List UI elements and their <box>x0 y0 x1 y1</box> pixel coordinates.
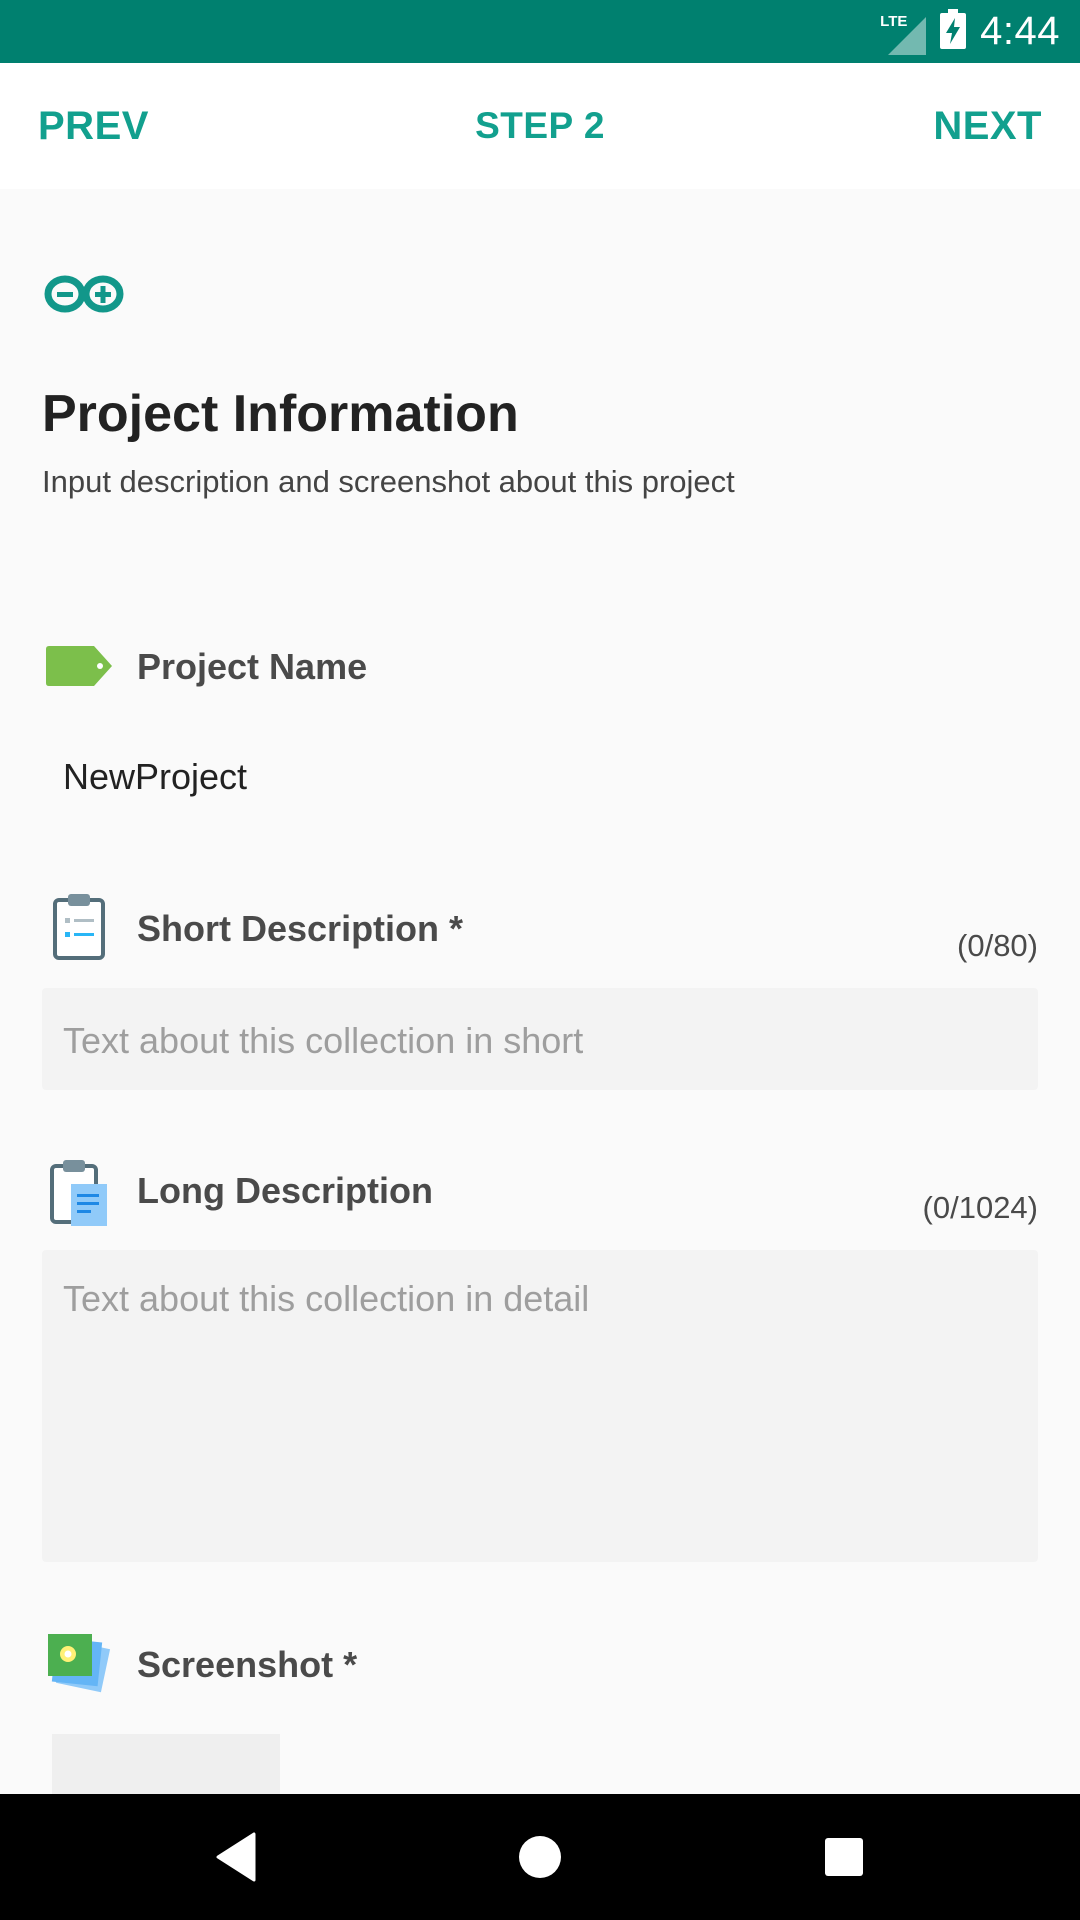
long-description-counter: (0/1024) <box>922 1190 1038 1225</box>
clipboard-list-icon <box>52 892 106 965</box>
long-description-input[interactable]: Text about this collection in detail <box>42 1250 1038 1562</box>
lte-signal-icon: LTE <box>878 7 927 57</box>
long-description-label: Long Description <box>137 1170 433 1211</box>
back-icon[interactable] <box>176 1794 296 1920</box>
screenshot-label: Screenshot * <box>137 1644 358 1685</box>
wizard-nav: STEP 2 PREV NEXT <box>0 63 1080 189</box>
short-description-placeholder: Text about this collection in short <box>63 1020 584 1061</box>
page-title: Project Information <box>42 385 519 443</box>
status-bar: LTE 4:44 <box>0 0 1080 63</box>
arduino-logo-icon <box>44 272 124 321</box>
home-icon[interactable] <box>480 1794 600 1920</box>
photos-icon <box>46 1630 112 1701</box>
short-description-input[interactable]: Text about this collection in short <box>42 988 1038 1090</box>
short-description-label: Short Description * <box>137 908 464 949</box>
long-description-placeholder: Text about this collection in detail <box>63 1278 590 1319</box>
next-button[interactable]: NEXT <box>933 63 1042 189</box>
status-time: 4:44 <box>980 9 1060 53</box>
project-name-label: Project Name <box>137 646 368 687</box>
system-nav-bar <box>0 1794 1080 1920</box>
recents-icon[interactable] <box>784 1794 904 1920</box>
screenshot-add-slot[interactable] <box>52 1734 280 1794</box>
clipboard-document-icon <box>49 1158 109 1233</box>
prev-button[interactable]: PREV <box>38 63 149 189</box>
short-description-counter: (0/80) <box>957 928 1038 963</box>
battery-charging-icon <box>940 9 967 54</box>
project-name-input[interactable]: NewProject <box>63 756 247 798</box>
page-subtitle: Input description and screenshot about t… <box>42 464 735 499</box>
step-indicator: STEP 2 <box>475 105 605 146</box>
tag-icon <box>46 646 112 691</box>
status-icons: LTE 4:44 <box>878 0 1060 63</box>
